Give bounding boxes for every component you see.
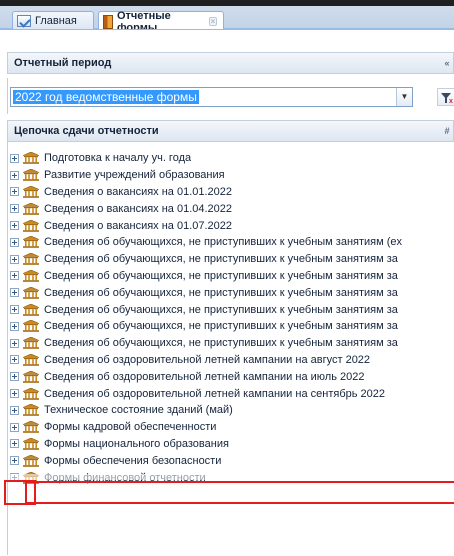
- institution-icon: [22, 421, 40, 433]
- grid-icon[interactable]: #: [441, 124, 453, 138]
- tree-node[interactable]: Сведения об обучающихся, не приступивших…: [10, 268, 454, 285]
- tree-node-label[interactable]: Сведения об обучающихся, не приступивших…: [44, 253, 398, 265]
- institution-icon: [22, 370, 40, 383]
- expand-icon[interactable]: [10, 170, 19, 180]
- period-panel-header: Отчетный период «: [7, 52, 454, 74]
- close-icon[interactable]: ×: [208, 17, 218, 26]
- filter-clear-icon: x: [449, 98, 453, 105]
- tree-node[interactable]: Сведения об обучающихся, не приступивших…: [10, 318, 454, 335]
- institution-icon: [22, 152, 40, 165]
- tree-node[interactable]: Сведения о вакансиях на 01.07.2022: [10, 217, 454, 234]
- row-overlap-fade: [10, 474, 450, 480]
- institution-icon: [22, 320, 40, 333]
- period-combobox-value[interactable]: 2022 год ведомственные формы: [13, 90, 199, 104]
- tab-strip: Главная Отчетные формы ×: [0, 0, 454, 34]
- institution-icon: [22, 253, 40, 265]
- tree-node-label[interactable]: Сведения об обучающихся, не приступивших…: [44, 320, 398, 332]
- tree-node-label[interactable]: Сведения об оздоровительной летней кампа…: [44, 388, 385, 400]
- tree-node[interactable]: Формы обеспечения безопасности: [10, 452, 454, 469]
- tree-node-label[interactable]: Сведения об оздоровительной летней кампа…: [44, 354, 370, 366]
- tree-node-label[interactable]: Сведения об обучающихся, не приступивших…: [44, 304, 398, 316]
- tree-node-label[interactable]: Сведения об обучающихся, не приступивших…: [44, 287, 398, 299]
- tree-node-label[interactable]: Сведения об обучающихся, не приступивших…: [44, 236, 402, 248]
- tree-node[interactable]: Формы национального образования: [10, 436, 454, 453]
- expand-icon[interactable]: [10, 305, 19, 315]
- tree-node-label[interactable]: Сведения о вакансиях на 01.07.2022: [44, 220, 232, 232]
- tab-report-forms[interactable]: Отчетные формы ×: [98, 10, 224, 34]
- tree-node-label[interactable]: Формы кадровой обеспеченности: [44, 421, 216, 433]
- report-chain-tree: Подготовка к началу уч. года Развитие учр…: [10, 150, 454, 486]
- expand-icon[interactable]: [10, 422, 19, 432]
- highlight-expander-frame: [4, 480, 36, 505]
- institution-icon: [22, 169, 40, 181]
- institution-icon: [22, 353, 40, 366]
- tab-home[interactable]: Главная: [12, 11, 94, 30]
- institution-icon: [22, 219, 40, 232]
- home-icon: [17, 15, 31, 27]
- tree-node[interactable]: Техническое состояние зданий (май): [10, 402, 454, 419]
- tree-node-label[interactable]: Сведения об обучающихся, не приступивших…: [44, 270, 398, 282]
- expand-icon[interactable]: [10, 372, 19, 382]
- expand-icon[interactable]: [10, 405, 19, 415]
- tree-node-label[interactable]: Формы национального образования: [44, 438, 229, 450]
- tree-node-label[interactable]: Развитие учреждений образования: [44, 169, 225, 181]
- institution-icon: [22, 337, 40, 349]
- tree-node-label[interactable]: Сведения о вакансиях на 01.04.2022: [44, 203, 232, 215]
- tree-node[interactable]: Сведения об обучающихся, не приступивших…: [10, 234, 454, 251]
- tree-node-label[interactable]: Сведения о вакансиях на 01.01.2022: [44, 186, 232, 198]
- period-panel-title: Отчетный период: [14, 57, 112, 69]
- tree-node-label[interactable]: Техническое состояние зданий (май): [44, 404, 233, 416]
- tree-node[interactable]: Сведения об обучающихся, не приступивших…: [10, 335, 454, 352]
- tree-node[interactable]: Развитие учреждений образования: [10, 167, 454, 184]
- expand-icon[interactable]: [10, 153, 19, 163]
- tree-node[interactable]: Сведения об обучающихся, не приступивших…: [10, 301, 454, 318]
- tab-home-label: Главная: [35, 15, 77, 27]
- expand-icon[interactable]: [10, 187, 19, 197]
- tree-node[interactable]: Формы кадровой обеспеченности: [10, 419, 454, 436]
- tree-node[interactable]: Сведения о вакансиях на 01.04.2022: [10, 200, 454, 217]
- expand-icon[interactable]: [10, 355, 19, 365]
- institution-icon: [22, 404, 40, 417]
- tree-node[interactable]: Сведения об обучающихся, не приступивших…: [10, 251, 454, 268]
- tree-node-label[interactable]: Подготовка к началу уч. года: [44, 152, 191, 164]
- institution-icon: [22, 269, 40, 282]
- forms-icon: [103, 14, 113, 29]
- expand-icon[interactable]: [10, 221, 19, 231]
- tree-node-label[interactable]: Сведения об обучающихся, не приступивших…: [44, 337, 398, 349]
- expand-icon[interactable]: [10, 338, 19, 348]
- institution-icon: [22, 236, 40, 249]
- expand-icon[interactable]: [10, 389, 19, 399]
- expand-icon[interactable]: [10, 271, 19, 281]
- expand-icon[interactable]: [10, 321, 19, 331]
- filter-clear-button[interactable]: x: [437, 88, 454, 106]
- tree-node-label[interactable]: Сведения об оздоровительной летней кампа…: [44, 371, 364, 383]
- institution-icon: [22, 286, 40, 299]
- expand-icon[interactable]: [10, 456, 19, 466]
- expand-icon[interactable]: [10, 237, 19, 247]
- chain-panel-header: Цепочка сдачи отчетности #: [7, 120, 454, 142]
- institution-icon: [22, 454, 40, 467]
- chevron-down-icon[interactable]: ▼: [396, 88, 412, 106]
- expand-icon[interactable]: [10, 204, 19, 214]
- period-combobox[interactable]: 2022 год ведомственные формы ▼: [10, 87, 413, 107]
- tree-node[interactable]: Подготовка к началу уч. года: [10, 150, 454, 167]
- institution-icon: [22, 387, 40, 400]
- tree-node[interactable]: Сведения о вакансиях на 01.01.2022: [10, 184, 454, 201]
- institution-icon: [22, 202, 40, 215]
- collapse-icon[interactable]: «: [441, 56, 453, 70]
- expand-icon[interactable]: [10, 439, 19, 449]
- chain-panel-title: Цепочка сдачи отчетности: [14, 125, 159, 137]
- tree-node-label[interactable]: Формы обеспечения безопасности: [44, 455, 221, 467]
- institution-icon: [22, 185, 40, 198]
- institution-icon: [22, 303, 40, 316]
- highlight-row-frame: [25, 481, 454, 504]
- institution-icon: [22, 437, 40, 450]
- expand-icon[interactable]: [10, 254, 19, 264]
- tree-node[interactable]: Сведения об оздоровительной летней кампа…: [10, 368, 454, 385]
- tree-node[interactable]: Сведения об оздоровительной летней кампа…: [10, 352, 454, 369]
- expand-icon[interactable]: [10, 288, 19, 298]
- tree-node[interactable]: Сведения об обучающихся, не приступивших…: [10, 284, 454, 301]
- tree-node[interactable]: Сведения об оздоровительной летней кампа…: [10, 385, 454, 402]
